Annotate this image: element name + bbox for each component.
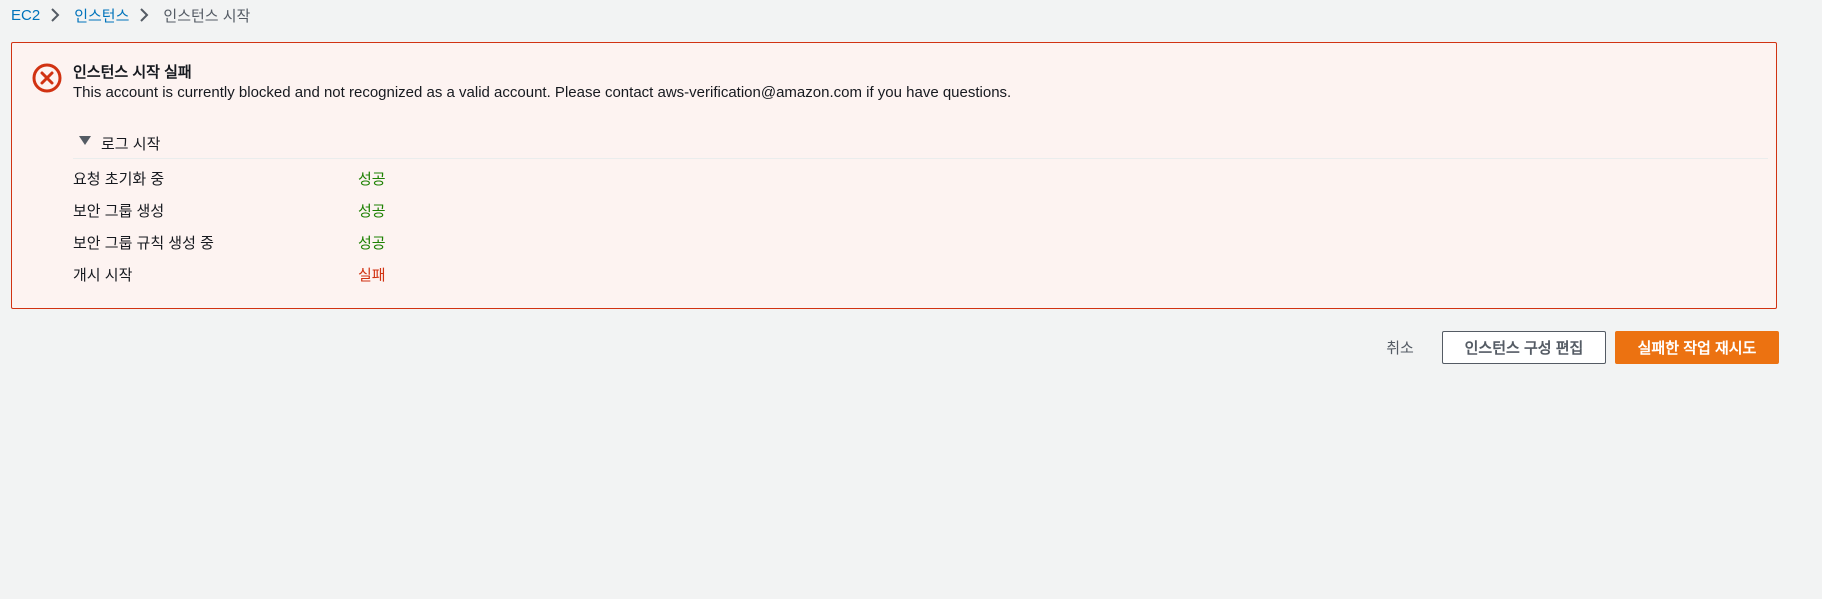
log-step-label: 요청 초기화 중 xyxy=(73,170,165,188)
error-x-circle-icon xyxy=(31,62,63,94)
caret-down-icon xyxy=(79,135,91,145)
launch-log-header-label: 로그 시작 xyxy=(101,135,161,153)
alert-message: This account is currently blocked and no… xyxy=(73,84,1012,101)
log-step-label: 개시 시작 xyxy=(73,266,133,284)
alert-title: 인스턴스 시작 실패 xyxy=(73,64,192,81)
launch-log-toggle[interactable]: 로그 시작 xyxy=(73,128,1768,159)
log-status-success: 성공 xyxy=(358,202,386,220)
launch-instance-page: EC2 인스턴스 인스턴스 시작 인스턴스 시작 실패 This account… xyxy=(0,0,1822,599)
launch-log-list: 요청 초기화 중 성공 보안 그룹 생성 성공 보안 그룹 규칙 생성 중 성공… xyxy=(73,162,773,290)
retry-failed-tasks-button[interactable]: 실패한 작업 재시도 xyxy=(1615,331,1779,364)
breadcrumb-ec2-link[interactable]: EC2 xyxy=(11,7,40,24)
log-row: 개시 시작 실패 xyxy=(73,258,773,290)
log-step-label: 보안 그룹 규칙 생성 중 xyxy=(73,234,214,252)
log-step-label: 보안 그룹 생성 xyxy=(73,202,165,220)
breadcrumb-instances-link[interactable]: 인스턴스 xyxy=(74,5,129,26)
log-status-failure: 실패 xyxy=(358,266,386,284)
chevron-right-icon xyxy=(50,7,64,23)
log-status-success: 성공 xyxy=(358,170,386,188)
breadcrumb: EC2 인스턴스 인스턴스 시작 xyxy=(11,4,250,26)
log-row: 요청 초기화 중 성공 xyxy=(73,162,773,194)
log-status-success: 성공 xyxy=(358,234,386,252)
chevron-right-icon xyxy=(139,7,153,23)
log-row: 보안 그룹 규칙 생성 중 성공 xyxy=(73,226,773,258)
cancel-button[interactable]: 취소 xyxy=(1370,331,1430,363)
launch-error-alert: 인스턴스 시작 실패 This account is currently blo… xyxy=(11,42,1777,309)
edit-instance-config-button[interactable]: 인스턴스 구성 편집 xyxy=(1442,331,1606,364)
breadcrumb-current: 인스턴스 시작 xyxy=(163,7,251,25)
log-row: 보안 그룹 생성 성공 xyxy=(73,194,773,226)
